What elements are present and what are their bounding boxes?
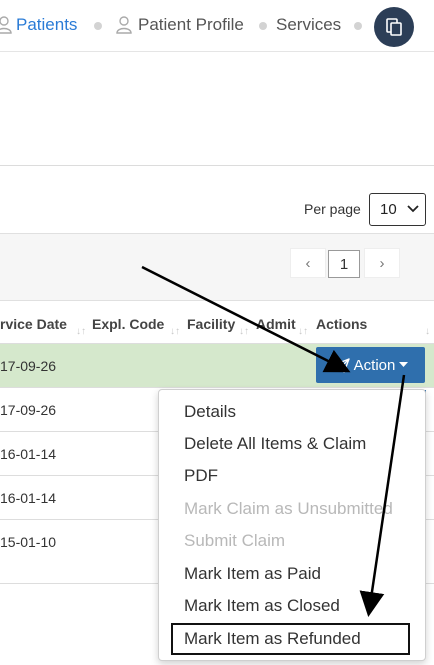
sort-icon[interactable]: ↓↑ [298,326,308,337]
menu-item-pdf[interactable]: PDF [184,466,218,486]
breadcrumb-patients-label: Patients [16,15,78,34]
sort-icon[interactable]: ↓↑ [239,326,249,337]
service-date-cell: 17-09-26 [0,402,57,418]
column-header-facility[interactable]: Facility [187,316,235,332]
divider [0,300,434,301]
column-header-actions: Actions [316,316,368,332]
breadcrumb-patient-profile-link[interactable]: Patient Profile [114,15,244,35]
per-page-select[interactable]: 10 [369,193,426,226]
breadcrumb-separator [259,22,267,30]
per-page-label: Per page [304,201,361,217]
breadcrumb-patient-profile-label: Patient Profile [138,15,244,34]
menu-item-mark-claim-unsubmitted: Mark Claim as Unsubmitted [184,499,393,518]
breadcrumb-patients-link[interactable]: Patients [0,15,77,35]
sort-icon[interactable]: ↓ [425,326,430,337]
breadcrumb-services-link[interactable]: Services [276,15,341,35]
action-dropdown-button[interactable]: Action [316,347,425,383]
breadcrumb-services-label: Services [276,15,342,34]
menu-item-mark-item-refunded[interactable]: Mark Item as Refunded [184,629,361,649]
chevron-left-icon: ‹ [305,254,311,272]
sort-icon[interactable]: ↓↑ [76,326,86,337]
paper-plane-icon [332,357,350,373]
breadcrumb-separator [354,22,362,30]
service-date-cell: 16-01-14 [0,490,57,506]
column-header-expl-code[interactable]: Expl. Code [92,316,164,332]
caret-down-icon [399,362,409,367]
menu-item-details[interactable]: Details [184,402,236,422]
sort-icon[interactable]: ↓↑ [170,326,180,337]
action-button-label: Action [353,356,396,374]
copy-button[interactable] [374,7,414,47]
user-icon [0,16,12,34]
menu-item-mark-item-paid[interactable]: Mark Item as Paid [184,564,321,584]
service-date-cell: 16-01-14 [0,446,57,462]
column-header-admit[interactable]: Admit [256,316,296,332]
page-number: 1 [339,255,349,273]
action-dropdown-menu: Details Delete All Items & Claim PDF Mar… [158,389,426,661]
menu-item-submit-claim: Submit Claim [184,531,286,550]
per-page-value: 10 [380,201,397,218]
pagination-next-button[interactable]: › [364,248,400,278]
user-icon [116,16,132,34]
service-date-cell: 17-09-26 [0,358,57,374]
content-panel [0,52,434,166]
column-header-service-date[interactable]: rvice Date [0,316,67,332]
service-date-cell: 15-01-10 [0,534,57,550]
pagination-prev-button[interactable]: ‹ [290,248,326,278]
pagination-page-button[interactable]: 1 [328,250,360,278]
chevron-down-icon [407,205,419,213]
chevron-right-icon: › [379,254,385,272]
menu-item-delete-all-items-claim[interactable]: Delete All Items & Claim [184,434,366,454]
menu-item-mark-item-closed[interactable]: Mark Item as Closed [184,596,340,616]
copy-icon [386,18,402,36]
breadcrumb-separator [94,22,102,30]
breadcrumb: Patients Patient Profile Services [0,0,434,52]
